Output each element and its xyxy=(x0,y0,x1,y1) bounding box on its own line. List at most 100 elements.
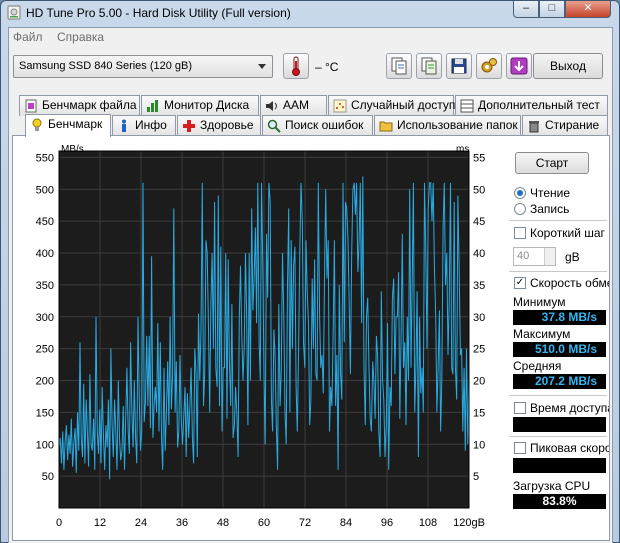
read-label: Чтение xyxy=(530,186,571,200)
y-tick-right: 30 xyxy=(473,312,485,324)
y-tick-left: 250 xyxy=(36,344,54,356)
tab-folder-usage[interactable]: Использование папок xyxy=(374,115,521,136)
burst-rate-checkbox[interactable] xyxy=(514,442,526,454)
thermometer-icon xyxy=(292,56,300,76)
tab-erase[interactable]: Стирание xyxy=(522,115,608,136)
x-tick-label: 24 xyxy=(135,517,147,529)
x-tick-label: 72 xyxy=(299,517,311,529)
maximize-button[interactable]: □ xyxy=(539,1,565,18)
info-icon xyxy=(122,119,126,132)
divider xyxy=(509,271,607,272)
cpu-value: 83.8% xyxy=(513,494,606,509)
scatter-icon xyxy=(333,99,347,113)
short-stroke-value: 40 xyxy=(517,250,530,262)
y-tick-left: 200 xyxy=(36,376,54,388)
temperature-button[interactable] xyxy=(283,53,309,79)
floppy-icon xyxy=(451,58,467,74)
tab-benchmark[interactable]: Бенчмарк xyxy=(25,114,111,137)
menu-help[interactable]: Справка xyxy=(57,30,104,44)
y-axis-label-right: ms xyxy=(456,144,469,155)
max-value: 510.0 MB/s xyxy=(513,342,606,357)
tab-info[interactable]: Инфо xyxy=(112,115,176,136)
tab-label: Стирание xyxy=(545,118,600,132)
tab-label: AAM xyxy=(283,98,310,112)
transfer-rate-chart: 550 55500 50450 45400 40350 35300 30250 25200 20… xyxy=(36,144,486,529)
copy-all-button[interactable] xyxy=(416,53,442,79)
y-tick-left: 100 xyxy=(36,439,54,451)
y-tick-left: 350 xyxy=(36,280,54,292)
download-icon xyxy=(510,57,528,75)
exit-button[interactable]: Выход xyxy=(533,53,603,79)
y-tick-left: 550 xyxy=(36,152,54,164)
y-tick-right: 20 xyxy=(473,376,485,388)
tab-extra-tests[interactable]: Дополнительный тест xyxy=(455,95,608,116)
divider xyxy=(509,220,607,221)
copy-info-button[interactable] xyxy=(386,53,412,79)
y-tick-left: 450 xyxy=(36,216,54,228)
y-tick-right: 10 xyxy=(473,439,485,451)
tab-label: Бенчмарк xyxy=(48,117,103,131)
minimize-button[interactable]: – xyxy=(513,1,539,18)
y-tick-left: 500 xyxy=(36,184,54,196)
health-cross-icon xyxy=(183,120,195,132)
x-tick-label: 84 xyxy=(340,517,352,529)
y-tick-right: 5 xyxy=(473,471,479,483)
divider xyxy=(509,395,607,396)
y-tick-left: 300 xyxy=(36,312,54,324)
avg-value: 207.2 MB/s xyxy=(513,374,606,389)
tab-label: Бенчмарк файла xyxy=(42,98,137,112)
file-benchmark-icon xyxy=(25,99,37,113)
write-radio[interactable] xyxy=(514,203,526,215)
tab-label: Использование папок xyxy=(397,118,518,132)
table-icon xyxy=(460,99,474,113)
tab-file-benchmark[interactable]: Бенчмарк файла xyxy=(19,95,140,116)
tab-health[interactable]: Здоровье xyxy=(177,115,261,136)
start-button[interactable]: Старт xyxy=(515,152,589,174)
x-tick-label: 96 xyxy=(381,517,393,529)
transfer-rate-label: Скорость обмена xyxy=(530,276,609,290)
tab-label: Поиск ошибок xyxy=(285,118,364,132)
app-icon xyxy=(7,5,21,20)
x-tick-label: 120gB xyxy=(453,517,485,529)
menu-file[interactable]: Файл xyxy=(13,30,43,44)
drive-select[interactable]: Samsung SSD 840 Series (120 gB) xyxy=(13,55,273,78)
client-area: Файл Справка Samsung SSD 840 Series (120… xyxy=(8,27,613,543)
chart-area: 550 55 500 50 450 45 400 40 350 35 300 30 250 25 200 20… xyxy=(13,136,507,540)
write-label: Запись xyxy=(530,202,570,216)
y-tick-left: 50 xyxy=(42,471,54,483)
y-tick-right: 15 xyxy=(473,407,485,419)
y-tick-right: 55 xyxy=(473,152,485,164)
title-bar[interactable]: HD Tune Pro 5.00 - Hard Disk Utility (Fu… xyxy=(1,1,619,25)
tab-random-access[interactable]: Случайный доступ xyxy=(328,95,455,116)
save-button[interactable] xyxy=(446,53,472,79)
options-button[interactable] xyxy=(476,53,502,79)
trash-icon xyxy=(529,121,539,133)
short-stroke-input[interactable]: 40 xyxy=(513,247,556,266)
tab-label: Монитор Диска xyxy=(164,98,250,112)
spin-arrows-icon[interactable] xyxy=(544,248,555,265)
window-title: HD Tune Pro 5.00 - Hard Disk Utility (Fu… xyxy=(26,6,291,20)
read-radio[interactable] xyxy=(514,187,526,199)
min-value: 37.8 MB/s xyxy=(513,310,606,325)
copy-all-icon xyxy=(421,57,437,75)
transfer-rate-checkbox[interactable]: ✓ xyxy=(514,277,526,289)
tab-label: Здоровье xyxy=(200,118,254,132)
short-stroke-checkbox[interactable] xyxy=(514,227,526,239)
y-tick-right: 45 xyxy=(473,216,485,228)
burst-rate-value xyxy=(513,458,606,473)
access-time-value xyxy=(513,417,606,432)
close-button[interactable]: ✕ xyxy=(565,1,611,18)
access-time-checkbox[interactable] xyxy=(514,402,526,414)
access-time-label: Время доступа xyxy=(530,401,609,415)
temperature-readout: – °C xyxy=(315,60,339,74)
menu-file-label: Файл xyxy=(13,30,43,44)
tab-disk-monitor[interactable]: Монитор Диска xyxy=(141,95,259,116)
cpu-label: Загрузка CPU xyxy=(513,479,591,493)
tab-aam[interactable]: AAM xyxy=(260,95,327,116)
download-button[interactable] xyxy=(506,53,532,79)
avg-label: Средняя xyxy=(513,359,562,373)
toolbar: Samsung SSD 840 Series (120 gB) – °C Вых… xyxy=(9,48,612,88)
drive-select-value: Samsung SSD 840 Series (120 gB) xyxy=(19,60,193,72)
y-tick-right: 50 xyxy=(473,184,485,196)
tab-error-scan[interactable]: Поиск ошибок xyxy=(262,115,373,136)
